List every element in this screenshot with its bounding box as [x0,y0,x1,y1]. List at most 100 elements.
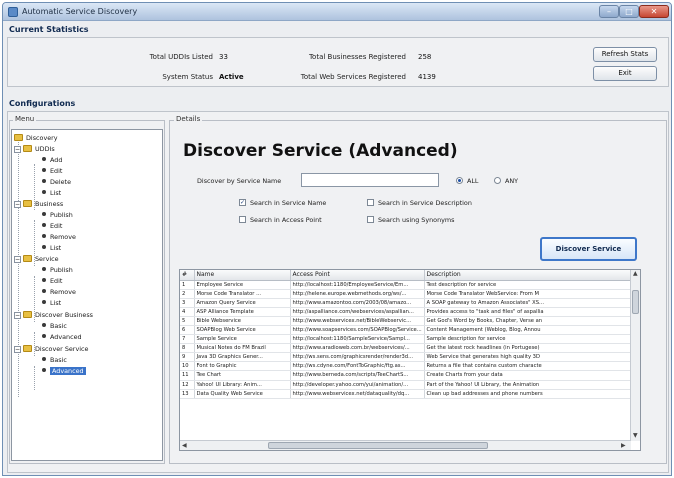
title-bar[interactable]: Automatic Service Discovery – □ ✕ [3,3,671,21]
column-header-number[interactable]: # [180,270,195,281]
scroll-up-icon[interactable]: ▲ [633,270,638,278]
search-synonyms-checkbox[interactable] [367,216,374,223]
collapse-icon[interactable]: − [14,256,21,263]
collapse-icon[interactable]: − [14,146,21,153]
leaf-icon [42,334,46,338]
service-name-input[interactable] [301,173,439,187]
tree-node-discover-service[interactable]: − Discover Service [14,344,88,355]
collapse-icon[interactable]: − [14,346,21,353]
system-status-value: Active [219,73,244,81]
tree-item-service-list[interactable]: List [42,298,61,309]
menu-tree[interactable]: Discovery − UDDIs Add Edit Delete List − B… [11,129,163,461]
tree-item-service-remove[interactable]: Remove [42,287,76,298]
tree-item-service-publish[interactable]: Publish [42,265,73,276]
table-cell: 1 [180,280,195,290]
table-row[interactable]: 8 Musical Notes do FM Brazil http://www.ar… [180,343,632,354]
leaf-icon [42,278,46,282]
tree-node-discovery[interactable]: Discovery [14,133,58,144]
exit-button[interactable]: Exit [593,66,657,81]
tree-item-business-edit[interactable]: Edit [42,221,62,232]
table-cell: 9 [180,352,195,363]
collapse-icon[interactable]: − [14,312,21,319]
table-cell: Create Charts from your data [424,370,632,381]
table-cell: 3 [180,298,195,308]
tree-item-business-remove[interactable]: Remove [42,232,76,243]
table-row[interactable]: 9 Java 3D Graphics Gener... http://ws.sens… [180,352,632,363]
scroll-right-icon[interactable]: ▶ [621,442,626,450]
table-cell: Part of the Yahoo! UI Library, the Anima… [424,380,632,390]
table-row[interactable]: 3 Amazon Query Service http://www.amazonto… [180,298,632,308]
table-row[interactable]: 1 Employee Service http://localhost:1180/E… [180,280,632,290]
table-cell: Test description for service [424,280,632,290]
folder-icon [23,311,32,318]
table-row[interactable]: 12 Yahoo! UI Library: Anim... http://devel… [180,380,632,390]
column-header-access-point[interactable]: Access Point [290,270,425,281]
table-row[interactable]: 4 ASP Alliance Template http://aspalliance… [180,307,632,317]
total-web-services-value: 4139 [418,73,436,81]
table-cell: http://www.soapservices.com/SOAPBlog/Ser… [290,325,425,336]
vertical-scroll-thumb[interactable] [632,290,639,314]
service-name-label: Discover by Service Name [197,177,282,185]
column-header-description[interactable]: Description [424,270,632,281]
vertical-scrollbar[interactable]: ▲ ▼ [630,270,640,441]
table-cell: http://developer.yahoo.com/yui/animation… [290,380,425,390]
tree-guide [18,142,19,397]
total-businesses-label: Total Businesses Registered [308,53,406,61]
tree-item-business-publish[interactable]: Publish [42,210,73,221]
scroll-left-icon[interactable]: ◀ [182,442,187,450]
tree-item-uddis-delete[interactable]: Delete [42,177,71,188]
tree-node-business[interactable]: − Business [14,199,63,210]
horizontal-scrollbar[interactable]: ◀ ▶ [180,440,631,450]
leaf-icon [42,267,46,271]
tree-node-service[interactable]: − Service [14,254,59,265]
table-cell: http://www.webservicex.net/dataquality/d… [290,389,425,399]
maximize-button[interactable]: □ [619,5,639,18]
search-service-name-checkbox[interactable]: ✓ [239,199,246,206]
tree-item-uddis-list[interactable]: List [42,188,61,199]
tree-node-uddis[interactable]: − UDDIs [14,144,55,155]
selected-tree-label: Advanced [50,367,86,375]
close-button[interactable]: ✕ [639,5,669,18]
search-access-point-checkbox[interactable] [239,216,246,223]
table-cell: http://aspalliance.com/webservices/aspal… [290,307,425,317]
tree-item-service-edit[interactable]: Edit [42,276,62,287]
minimize-button[interactable]: – [599,5,619,18]
leaf-icon [42,323,46,327]
leaf-icon [42,289,46,293]
table-cell: 4 [180,307,195,317]
table-cell: http://www.aradioweb.com.br/webservices/… [290,343,425,354]
tree-item-uddis-add[interactable]: Add [42,155,62,166]
total-uddis-label: Total UDDIs Listed [149,53,213,61]
tree-item-business-list[interactable]: List [42,243,61,254]
table-cell: 11 [180,370,195,381]
tree-item-discover-business-advanced[interactable]: Advanced [42,332,82,343]
table-row[interactable]: 13 Data Quality Web Service http://www.web… [180,389,632,399]
table-row[interactable]: 2 Morse Code Translator ... http://helene.… [180,289,632,299]
tree-item-discover-business-basic[interactable]: Basic [42,321,67,332]
table-cell: Yahoo! UI Library: Anim... [194,380,291,390]
tree-item-uddis-edit[interactable]: Edit [42,166,62,177]
discover-service-button[interactable]: Discover Service [540,237,637,261]
radio-any[interactable] [494,177,501,184]
collapse-icon[interactable]: − [14,201,21,208]
search-synonyms-label: Search using Synonyms [378,216,455,224]
refresh-stats-button[interactable]: Refresh Stats [593,47,657,62]
results-table[interactable]: # Name Access Point Description 1 Employe… [179,269,641,451]
scroll-down-icon[interactable]: ▼ [633,432,638,440]
table-row[interactable]: 5 Bible Webservice http://www.webservicex.… [180,316,632,326]
table-cell: Tee Chart [194,370,291,381]
table-row[interactable]: 10 Font to Graphic http://ws.cdyne.com/Fon… [180,361,632,372]
tree-item-discover-service-advanced[interactable]: Advanced [42,366,86,377]
table-cell: http://localhost:1180/EmployeeService/Em… [290,280,425,290]
tree-node-discover-business[interactable]: − Discover Business [14,310,93,321]
table-row[interactable]: 7 Sample Service http://localhost:1180/Sam… [180,334,632,345]
horizontal-scroll-thumb[interactable] [268,442,488,449]
table-cell: Font to Graphic [194,361,291,372]
table-row[interactable]: 6 SOAPBlog Web Service http://www.soapserv… [180,325,632,336]
table-row[interactable]: 11 Tee Chart http://www.berneda.com/script… [180,370,632,381]
tree-item-discover-service-basic[interactable]: Basic [42,355,67,366]
column-header-name[interactable]: Name [194,270,291,281]
tree-guide [34,366,35,390]
radio-all[interactable] [456,177,463,184]
search-service-description-checkbox[interactable] [367,199,374,206]
